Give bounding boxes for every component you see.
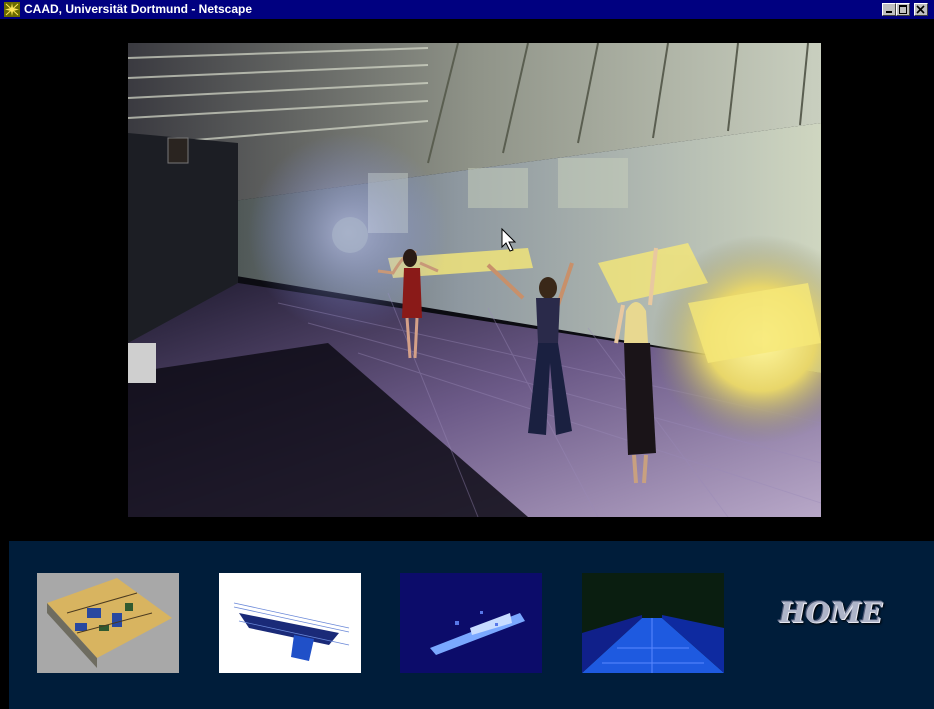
building-model-icon <box>37 573 179 673</box>
navigation-strip: HOME <box>9 541 934 709</box>
page-content: HOME <box>9 19 934 709</box>
title-bar: CAAD, Universität Dortmund - Netscape <box>0 0 934 19</box>
maximize-icon <box>899 5 907 14</box>
close-icon <box>916 5 925 14</box>
corridor-perspective-icon <box>582 573 724 673</box>
blue-render-icon <box>400 573 542 673</box>
minimize-button[interactable] <box>882 3 896 16</box>
home-link[interactable]: HOME <box>779 596 882 629</box>
corridor-perspective-thumbnail[interactable] <box>582 573 724 673</box>
main-scene-image <box>128 43 821 517</box>
wireframe-structure-icon <box>219 573 361 673</box>
building-model-thumbnail[interactable] <box>37 573 179 673</box>
minimize-icon <box>886 11 892 13</box>
blue-render-thumbnail[interactable] <box>400 573 542 673</box>
maximize-button[interactable] <box>896 3 910 16</box>
wireframe-structure-thumbnail[interactable] <box>219 573 361 673</box>
netscape-icon <box>4 2 20 17</box>
close-button[interactable] <box>914 3 928 16</box>
window-title: CAAD, Universität Dortmund - Netscape <box>24 2 253 16</box>
window-frame-left <box>0 19 9 709</box>
